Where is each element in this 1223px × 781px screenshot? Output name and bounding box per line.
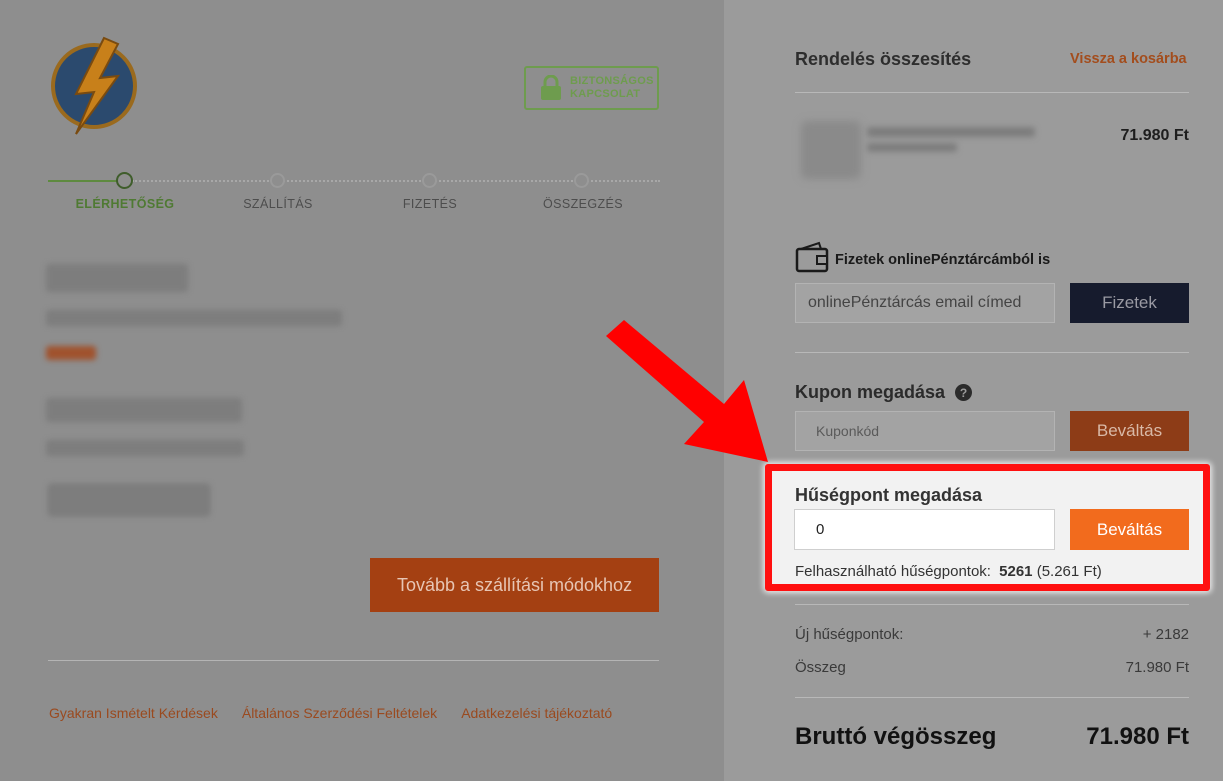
redacted-button <box>48 484 210 516</box>
redacted-billing-text <box>46 440 244 456</box>
redacted-name <box>46 264 188 292</box>
coupon-section: Kupon megadása ? <box>795 382 973 403</box>
footer-links: Gyakran Ismételt Kérdések Általános Szer… <box>49 705 612 721</box>
lock-icon <box>541 75 561 100</box>
wallet-label: Fizetek onlinePénztárcámból is <box>835 252 1051 268</box>
loyalty-available-label: Felhasználható hűségpontok: <box>795 563 991 580</box>
product-image <box>801 121 861 179</box>
step-label-payment[interactable]: FIZETÉS <box>403 197 457 211</box>
stepper-progress-line <box>48 180 118 182</box>
wallet-pay-button[interactable]: Fizetek <box>1070 283 1189 323</box>
step-label-shipping[interactable]: SZÁLLÍTÁS <box>243 197 313 211</box>
loyalty-available-amount: (5.261 Ft) <box>1036 563 1102 580</box>
loyalty-points-input[interactable] <box>794 509 1055 550</box>
secure-connection-badge: BIZTONSÁGOS KAPCSOLAT <box>524 66 659 110</box>
redacted-edit-link <box>46 346 96 360</box>
secure-badge-text: BIZTONSÁGOS KAPCSOLAT <box>570 75 654 100</box>
summary-divider <box>795 92 1189 93</box>
help-icon[interactable]: ? <box>955 384 973 401</box>
gross-total-label: Bruttó végösszeg <box>795 723 997 750</box>
order-summary-pane: Rendelés összesítés Vissza a kosárba 71.… <box>724 0 1223 781</box>
new-points-label: Új hűségpontok: <box>795 626 904 643</box>
wallet-row: Fizetek onlinePénztárcámból is <box>795 241 1050 273</box>
privacy-link[interactable]: Adatkezelési tájékoztató <box>461 705 612 721</box>
step-dot-contact[interactable] <box>116 172 133 189</box>
sum-value: 71.980 Ft <box>1125 659 1189 676</box>
redacted-product-name <box>867 127 1035 137</box>
wallet-email-input[interactable] <box>795 283 1055 323</box>
summary-title: Rendelés összesítés <box>795 49 972 69</box>
back-to-cart-link[interactable]: Vissza a kosárba <box>1070 51 1187 67</box>
step-label-contact[interactable]: ELÉRHETŐSÉG <box>76 197 175 211</box>
checkout-stepper: ELÉRHETŐSÉG SZÁLLÍTÁS FIZETÉS ÖSSZEGZÉS <box>48 172 660 217</box>
wallet-divider <box>795 352 1189 353</box>
product-price: 71.980 Ft <box>1120 127 1189 144</box>
redacted-billing-title <box>46 398 242 422</box>
loyalty-points-section: Hűségpont megadása Beváltás Felhasználha… <box>765 464 1210 591</box>
step-label-summary[interactable]: ÖSSZEGZÉS <box>543 197 623 211</box>
coupon-code-input[interactable] <box>795 411 1055 451</box>
step-dot-payment[interactable] <box>422 173 437 188</box>
next-to-shipping-button[interactable]: Tovább a szállítási módokhoz <box>370 558 659 612</box>
loyalty-available-info: Felhasználható hűségpontok: 5261 (5.261 … <box>795 563 1102 580</box>
sum-label: Összeg <box>795 659 846 676</box>
totals-divider <box>795 604 1189 605</box>
loyalty-redeem-button[interactable]: Beváltás <box>1070 509 1189 550</box>
redacted-email <box>46 310 342 326</box>
loyalty-title: Hűségpont megadása <box>795 485 983 505</box>
gross-divider <box>795 697 1189 698</box>
redacted-product-variant <box>867 143 957 152</box>
new-points-value: + 2182 <box>1142 626 1189 643</box>
step-dot-summary[interactable] <box>574 173 589 188</box>
red-arrow-annotation <box>606 320 768 462</box>
footer-divider <box>48 660 659 661</box>
step-dot-shipping[interactable] <box>270 173 285 188</box>
gross-total-value: 71.980 Ft <box>1086 723 1189 750</box>
loyalty-available-points: 5261 <box>999 563 1033 580</box>
brand-logo <box>51 36 137 135</box>
coupon-title: Kupon megadása <box>795 382 946 402</box>
wallet-icon <box>795 241 829 273</box>
terms-link[interactable]: Általános Szerződési Feltételek <box>242 705 437 721</box>
faq-link[interactable]: Gyakran Ismételt Kérdések <box>49 705 218 721</box>
coupon-redeem-button[interactable]: Beváltás <box>1070 411 1189 451</box>
